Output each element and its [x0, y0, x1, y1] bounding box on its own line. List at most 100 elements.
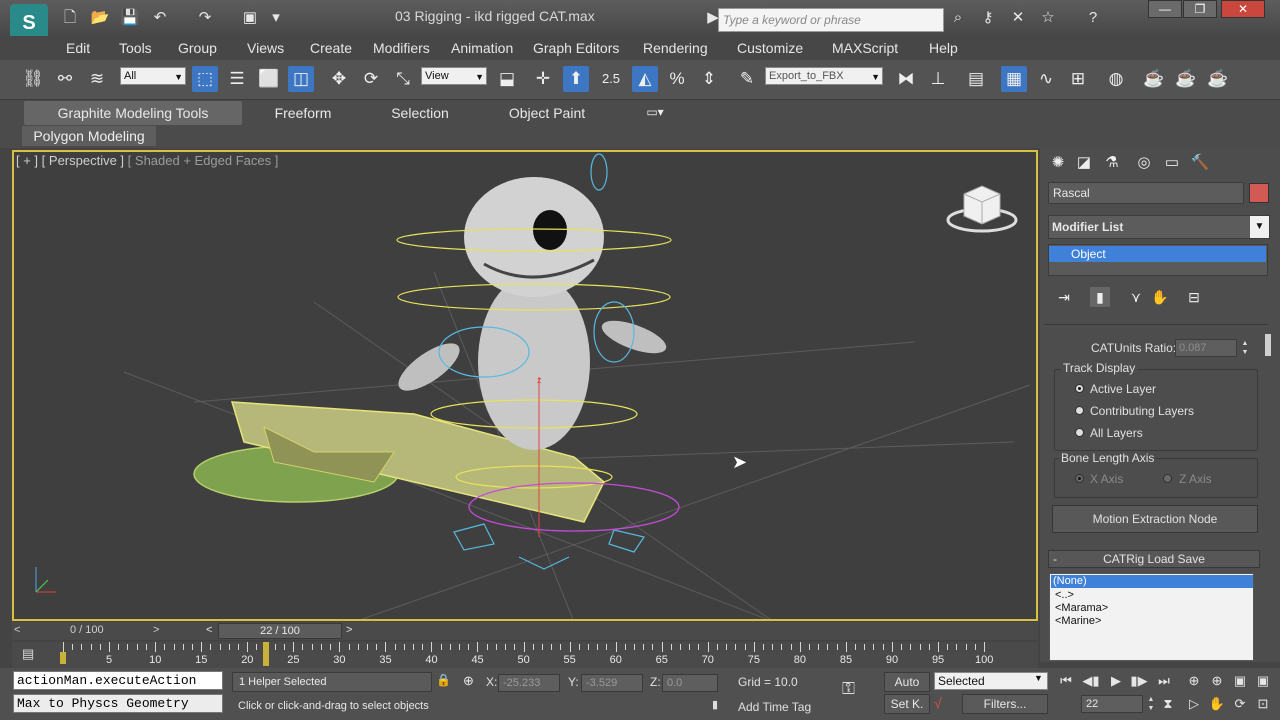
pin-stack-icon[interactable]: ⇥	[1054, 287, 1074, 307]
pan-view-icon[interactable]: ✋	[1207, 694, 1227, 714]
angle-snap-icon[interactable]: ◭	[632, 66, 658, 92]
rig-list-item[interactable]: <Marine>	[1053, 615, 1251, 628]
redo-icon[interactable]: ↷	[195, 8, 215, 28]
modifier-list-arrow-icon[interactable]: ▼	[1250, 216, 1269, 238]
radio-x-axis[interactable]	[1075, 474, 1084, 483]
edit-named-selection-icon[interactable]: ✎	[734, 66, 760, 92]
rotate-icon[interactable]: ⟳	[358, 66, 384, 92]
move-icon[interactable]: ✥	[326, 66, 352, 92]
maxscript-listener-line2[interactable]: Max to Physcs Geometry	[13, 694, 223, 713]
curve-editor-mini-icon[interactable]: ▤	[22, 646, 42, 662]
orbit-icon[interactable]: ⟳	[1230, 694, 1250, 714]
material-editor-icon[interactable]: ◍	[1103, 66, 1129, 92]
window-crossing-icon[interactable]: ◫	[288, 66, 314, 92]
rectangular-selection-icon[interactable]: ⬜	[256, 66, 282, 92]
minimize-button[interactable]: —	[1148, 0, 1182, 18]
keyframe-marker[interactable]	[60, 652, 66, 664]
menu-group[interactable]: Group	[178, 40, 217, 56]
new-file-icon[interactable]: 🗋	[60, 8, 80, 28]
object-name-field[interactable]: Rascal	[1048, 182, 1244, 204]
key-mode-toggle-icon[interactable]: ⧗	[1158, 694, 1178, 714]
field-of-view-icon[interactable]: ▷	[1184, 694, 1204, 714]
help-icon[interactable]: ?	[1083, 8, 1103, 28]
subscription-icon[interactable]: ⚷	[978, 8, 998, 28]
reference-coord-dropdown[interactable]: View	[421, 67, 487, 85]
zoom-all-icon[interactable]: ⊕	[1207, 671, 1227, 691]
absolute-mode-icon[interactable]: ⊕	[463, 673, 479, 689]
timebar-left-arrow-icon[interactable]: <	[14, 624, 20, 636]
viewcube-icon[interactable]	[946, 182, 1018, 234]
time-next-arrow-icon[interactable]: >	[346, 624, 352, 636]
motion-tab-icon[interactable]: ◎	[1132, 152, 1156, 174]
menu-create[interactable]: Create	[310, 40, 352, 56]
selection-lock-icon[interactable]: 🔒	[436, 673, 452, 689]
auto-key-button[interactable]: Auto	[884, 672, 930, 692]
catrig-load-save-rollout[interactable]: - CATRig Load Save	[1048, 550, 1260, 568]
tab-freeform[interactable]: Freeform	[262, 101, 344, 125]
percent-snap-icon[interactable]: %	[664, 66, 690, 92]
menu-edit[interactable]: Edit	[66, 40, 90, 56]
go-to-end-icon[interactable]: ⏭	[1154, 671, 1174, 691]
modifier-list-dropdown[interactable]: Modifier List	[1048, 215, 1270, 239]
menu-customize[interactable]: Customize	[737, 40, 803, 56]
current-frame-field[interactable]: 22	[1081, 695, 1143, 713]
display-tab-icon[interactable]: ▭	[1160, 152, 1184, 174]
pivot-center-icon[interactable]: ⬓	[494, 66, 520, 92]
time-prev-arrow-icon[interactable]: <	[206, 624, 212, 636]
mirror-icon[interactable]: ⧓	[893, 66, 919, 92]
open-file-icon[interactable]: 📂	[90, 8, 110, 28]
menu-tools[interactable]: Tools	[119, 40, 152, 56]
make-unique-icon[interactable]: ⋎	[1126, 287, 1146, 307]
set-key-icon[interactable]: ⚿	[842, 679, 872, 703]
communication-center-icon[interactable]: ✕	[1008, 8, 1028, 28]
viewport-pov-label[interactable]: [ Perspective ]	[42, 153, 124, 168]
menu-maxscript[interactable]: MAXScript	[832, 40, 898, 56]
menu-animation[interactable]: Animation	[451, 40, 513, 56]
viewport-shading-label[interactable]: [ Shaded + Edged Faces ]	[128, 153, 279, 168]
rig-list-item[interactable]: <Marama>	[1053, 602, 1251, 615]
schematic-view-icon[interactable]: ⊞	[1065, 66, 1091, 92]
key-filter-arrow-icon[interactable]: ▼	[1034, 673, 1043, 683]
menu-help[interactable]: Help	[929, 40, 958, 56]
radio-z-axis[interactable]	[1163, 474, 1172, 483]
time-tag-icon[interactable]: ▮	[712, 698, 726, 712]
hierarchy-tab-icon[interactable]: ⚗	[1100, 152, 1124, 174]
zoom-icon[interactable]: ⊕	[1184, 671, 1204, 691]
default-tangent-icon[interactable]: √	[934, 695, 956, 713]
maxscript-listener-line1[interactable]: actionMan.executeAction	[13, 671, 223, 690]
scale-icon[interactable]: ⤡	[390, 66, 416, 92]
stack-item-object[interactable]: Object	[1049, 246, 1266, 262]
undo-icon[interactable]: ↶	[150, 8, 170, 28]
key-filters-button[interactable]: Filters...	[962, 694, 1048, 714]
play-icon[interactable]: ▶	[1106, 671, 1126, 691]
rendered-frame-icon[interactable]: ☕	[1173, 66, 1199, 92]
next-frame-icon[interactable]: ▮▶	[1129, 671, 1149, 691]
configure-modifier-sets-icon[interactable]: ⊟	[1184, 287, 1204, 307]
layer-manager-icon[interactable]: ▤	[963, 66, 989, 92]
named-selection-dropdown[interactable]: Export_to_FBX	[765, 67, 883, 85]
select-by-name-icon[interactable]: ☰	[224, 66, 250, 92]
select-object-icon[interactable]: ⬚	[192, 66, 218, 92]
graphite-toggle-icon[interactable]: ▦	[1001, 66, 1027, 92]
rig-list-item[interactable]: <..>	[1053, 589, 1251, 602]
keyboard-shortcut-override-icon[interactable]: ⬆	[563, 66, 589, 92]
maximize-viewport-icon[interactable]: ⊡	[1253, 694, 1273, 714]
bind-spacewarp-icon[interactable]: ≋	[84, 66, 110, 92]
zoom-extents-icon[interactable]: ▣	[1230, 671, 1250, 691]
quick-access-dropdown-icon[interactable]: ▾	[266, 8, 286, 28]
ribbon-options-icon[interactable]: ▭▾	[642, 101, 668, 123]
menu-graph-editors[interactable]: Graph Editors	[533, 40, 619, 56]
maximize-button[interactable]: ❐	[1183, 0, 1217, 18]
zoom-extents-all-icon[interactable]: ▣	[1253, 671, 1273, 691]
select-manipulate-icon[interactable]: ✛	[530, 66, 556, 92]
save-file-icon[interactable]: 💾	[120, 8, 140, 28]
align-icon[interactable]: ⊥	[925, 66, 951, 92]
timebar-right-arrow-icon[interactable]: >	[153, 624, 159, 636]
selection-filter-dropdown[interactable]: All	[120, 67, 186, 85]
render-setup-icon[interactable]: ☕	[1141, 66, 1167, 92]
z-coord-field[interactable]: 0.0	[662, 674, 718, 692]
viewport-menu-plus[interactable]: [ + ]	[16, 153, 38, 168]
remove-modifier-icon[interactable]: ✋	[1150, 287, 1170, 307]
show-end-result-icon[interactable]: ▮	[1090, 287, 1110, 307]
catunits-spinner-arrows-icon[interactable]: ▲ ▼	[1239, 339, 1251, 357]
